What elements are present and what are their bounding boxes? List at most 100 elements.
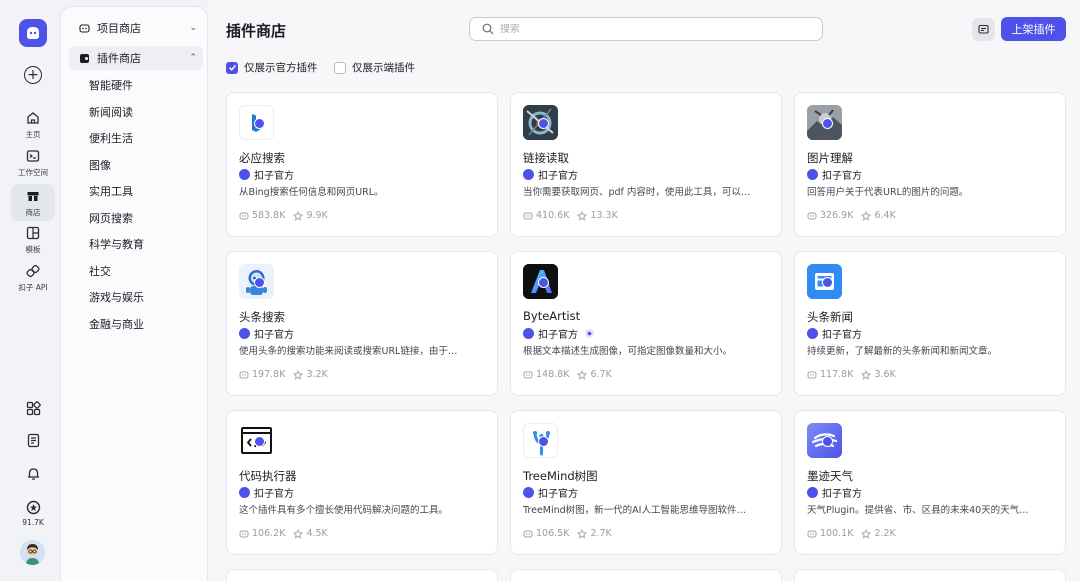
plugin-card[interactable]: 图片理解 扣子官方 回答用户关于代表URL的图片的问题。 326.9K 6.4K — [794, 92, 1066, 237]
plugin-author: 扣子官方 — [523, 167, 578, 182]
plugin-desc: 当你需要获取网页、pdf 内容时，使用此工具，可以… — [523, 187, 751, 198]
usage-icon — [807, 529, 817, 539]
official-only-label: 仅展示官方插件 — [244, 62, 318, 74]
project-store-label: 项目商店 — [97, 22, 141, 35]
category-item[interactable]: 社交 — [89, 263, 111, 279]
plugin-card[interactable]: 链接读取 扣子官方 当你需要获取网页、pdf 内容时，使用此工具，可以… 410… — [510, 92, 782, 237]
plugin-card[interactable]: TreeMind树图 扣子官方 TreeMind树图，新一代的AI人工智能思维导… — [510, 410, 782, 555]
message-button[interactable] — [972, 18, 995, 41]
main-content: 插件商店 上架插件 仅展示官方插件 仅展示端插件 必应搜索 扣子官方 从Bing… — [208, 0, 1080, 581]
chevron-up-icon: ⌃ — [189, 53, 197, 63]
category-item[interactable]: 游戏与娱乐 — [89, 289, 144, 305]
category-item[interactable]: 网页搜索 — [89, 210, 133, 226]
author-avatar-icon — [239, 487, 250, 498]
plugin-desc: 持续更新，了解最新的头条新闻和新闻文章。 — [807, 346, 998, 357]
star-icon — [861, 528, 872, 539]
author-avatar-icon — [807, 328, 818, 339]
usage-count: 197.8K — [252, 369, 286, 380]
usage-count: 583.8K — [252, 210, 286, 221]
plugin-name: 图片理解 — [807, 151, 853, 165]
notification-bell-icon[interactable] — [11, 466, 55, 481]
rail-label: 扣子 API — [18, 283, 48, 292]
plugin-card-partial[interactable] — [794, 569, 1066, 581]
plugin-name: 必应搜索 — [239, 151, 285, 165]
client-only-label: 仅展示端插件 — [352, 62, 415, 74]
author-avatar-icon — [523, 169, 534, 180]
plugin-card-partial[interactable] — [510, 569, 782, 581]
usage-icon — [239, 529, 249, 539]
usage-icon — [807, 211, 817, 221]
search-box[interactable] — [469, 17, 823, 41]
verified-badge-icon — [254, 277, 265, 288]
star-icon — [293, 210, 304, 221]
apps-grid-icon[interactable] — [11, 401, 55, 416]
author-avatar-icon — [239, 169, 250, 180]
usage-count: 326.9K — [820, 210, 854, 221]
plugin-card[interactable]: ByteArtist 扣子官方 根据文本描述生成图像，可指定图像数量和大小。 1… — [510, 251, 782, 396]
rail-item-api[interactable]: 扣子 API — [11, 263, 55, 293]
plugin-desc: 这个插件具有多个擅长使用代码解决问题的工具。 — [239, 505, 449, 516]
user-avatar[interactable] — [20, 540, 45, 565]
store-icon — [25, 188, 41, 204]
author-name: 扣子官方 — [254, 171, 294, 182]
plugin-name: ByteArtist — [523, 309, 581, 323]
category-item[interactable]: 智能硬件 — [89, 77, 133, 93]
docs-icon[interactable] — [11, 433, 55, 448]
author-name: 扣子官方 — [538, 489, 578, 500]
plugin-card-partial[interactable] — [226, 569, 498, 581]
official-only-filter[interactable]: 仅展示官方插件 — [226, 60, 318, 75]
plugin-stats: 117.8K 3.6K — [807, 369, 896, 380]
usage-icon — [807, 370, 817, 380]
create-plus-icon[interactable]: + — [24, 66, 42, 84]
search-input[interactable] — [500, 23, 800, 35]
checkbox-checked[interactable] — [226, 61, 238, 74]
plugin-desc: TreeMind树图，新一代的AI人工智能思维导图软件… — [523, 505, 746, 516]
plugin-stats: 197.8K 3.2K — [239, 369, 328, 380]
star-icon — [293, 528, 304, 539]
usage-icon — [523, 529, 533, 539]
rail-item-store[interactable]: 商店 — [11, 184, 55, 221]
points-coin-icon[interactable] — [11, 500, 55, 515]
usage-icon — [239, 370, 249, 380]
plugin-store-menu[interactable]: 插件商店 ⌃ — [69, 46, 203, 70]
author-name: 扣子官方 — [254, 330, 294, 341]
category-item[interactable]: 金融与商业 — [89, 316, 144, 332]
plugin-desc: 根据文本描述生成图像，可指定图像数量和大小。 — [523, 346, 733, 357]
home-icon — [25, 110, 41, 126]
category-item[interactable]: 图像 — [89, 157, 111, 173]
publish-plugin-button[interactable]: 上架插件 — [1001, 17, 1066, 41]
rail-item-home[interactable]: 主页 — [11, 110, 55, 140]
plugin-card[interactable]: 必应搜索 扣子官方 从Bing搜索任何信息和网页URL。 583.8K 9.9K — [226, 92, 498, 237]
coze-logo-icon[interactable] — [19, 19, 47, 47]
author-name: 扣子官方 — [254, 489, 294, 500]
rail-item-workspace[interactable]: 工作空间 — [11, 148, 55, 178]
verified-badge-icon — [822, 277, 833, 288]
usage-count: 117.8K — [820, 369, 854, 380]
plugin-name: 代码执行器 — [239, 469, 297, 483]
category-item[interactable]: 新闻阅读 — [89, 104, 133, 120]
plugin-stats: 100.1K 2.2K — [807, 528, 896, 539]
terminal-icon — [25, 148, 41, 164]
plugin-desc: 使用头条的搜索功能来阅读或搜索URL链接，由于… — [239, 346, 458, 357]
category-item[interactable]: 便利生活 — [89, 130, 133, 146]
verified-badge-icon — [254, 436, 265, 447]
checkbox-unchecked[interactable] — [334, 61, 346, 74]
plugin-card[interactable]: 头条搜索 扣子官方 使用头条的搜索功能来阅读或搜索URL链接，由于… 197.8… — [226, 251, 498, 396]
author-avatar-icon — [239, 328, 250, 339]
plugin-card[interactable]: 代码执行器 扣子官方 这个插件具有多个擅长使用代码解决问题的工具。 106.2K… — [226, 410, 498, 555]
category-item[interactable]: 实用工具 — [89, 183, 133, 199]
plugin-card[interactable]: 头条新闻 扣子官方 持续更新，了解最新的头条新闻和新闻文章。 117.8K 3.… — [794, 251, 1066, 396]
message-icon — [978, 24, 989, 34]
client-plugin-badge-icon — [584, 328, 595, 339]
plugin-card[interactable]: 墨迹天气 扣子官方 天气Plugin。提供省、市、区县的未来40天的天气… 10… — [794, 410, 1066, 555]
project-store-menu[interactable]: 项目商店 ⌄ — [69, 16, 203, 40]
plugin-desc: 从Bing搜索任何信息和网页URL。 — [239, 187, 384, 198]
rail-item-templates[interactable]: 模板 — [11, 225, 55, 255]
link-icon — [25, 263, 41, 279]
category-sidebar: 项目商店 ⌄ 插件商店 ⌃ 智能硬件 新闻阅读 便利生活 图像 实用工具 网页搜… — [60, 6, 208, 581]
usage-count: 410.6K — [536, 210, 570, 221]
client-only-filter[interactable]: 仅展示端插件 — [334, 60, 415, 75]
plugin-stats: 583.8K 9.9K — [239, 210, 328, 221]
category-item[interactable]: 科学与教育 — [89, 236, 144, 252]
favorite-count: 3.6K — [874, 369, 896, 380]
